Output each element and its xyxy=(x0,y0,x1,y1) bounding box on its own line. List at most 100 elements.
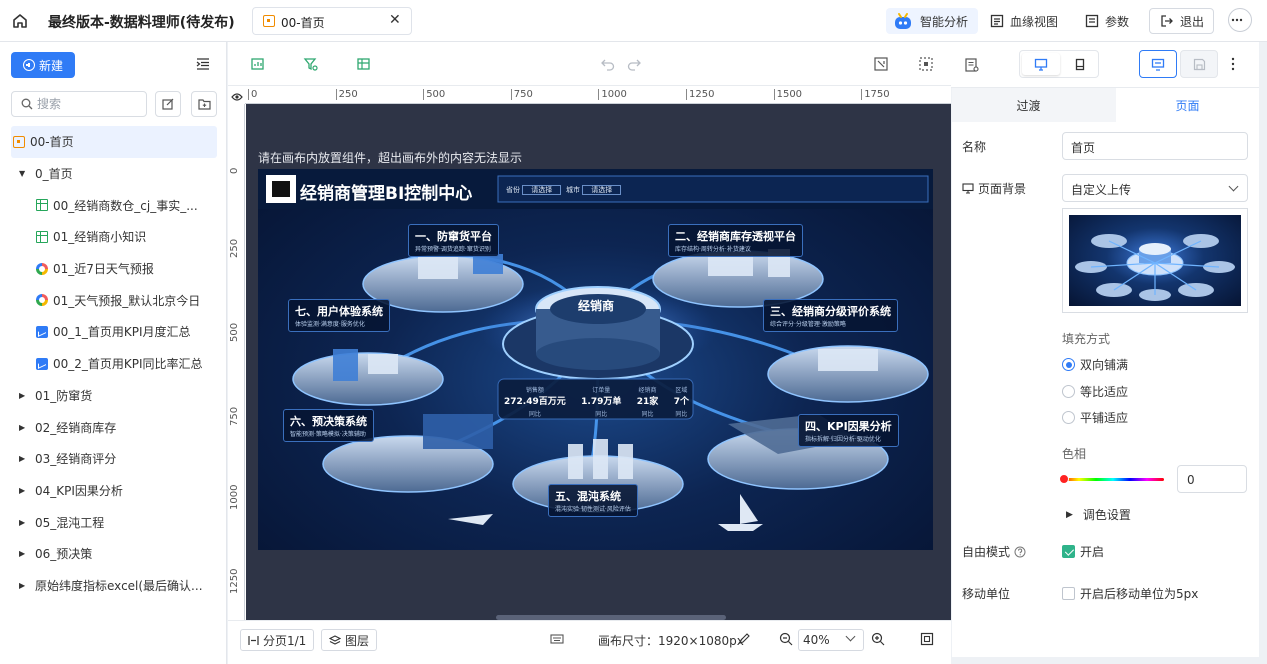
name-field[interactable]: 首页 xyxy=(1062,132,1248,160)
more-options-icon[interactable] xyxy=(1228,8,1252,32)
module-subtitle: 智能预测·策略模拟·决策辅助 xyxy=(290,431,366,438)
color-settings-label: 调色设置 xyxy=(1082,508,1131,522)
caret-right-icon[interactable]: ▶ xyxy=(19,391,31,400)
preview-icon[interactable] xyxy=(1139,50,1177,78)
tree-item[interactable]: ▶ 05_混沌工程 xyxy=(11,506,217,538)
module-subtitle: 混沌实验·韧性测试·风险评估 xyxy=(555,506,631,513)
tree-item[interactable]: 00-首页 xyxy=(11,126,217,158)
caret-right-icon[interactable]: ▶ xyxy=(19,454,31,463)
tab-page[interactable]: 页面 xyxy=(1116,88,1259,122)
hue-slider-handle[interactable] xyxy=(1059,474,1069,484)
module-label[interactable]: 一、防窜货平台 异常预警·调货追踪·窜货识别 xyxy=(408,224,499,257)
close-icon[interactable]: ✕ xyxy=(389,12,401,28)
caret-right-icon[interactable]: ▶ xyxy=(19,486,31,495)
params-label: 参数 xyxy=(1105,14,1130,29)
province-filter[interactable]: 省份 请选择 xyxy=(506,185,562,195)
radio-icon xyxy=(1062,384,1075,398)
search-box[interactable] xyxy=(11,91,147,117)
eye-icon[interactable] xyxy=(231,91,243,105)
free-mode-checkbox[interactable]: 开启 xyxy=(1062,543,1104,560)
search-input[interactable] xyxy=(37,96,137,112)
color-settings-toggle[interactable]: ▶ 调色设置 xyxy=(1066,506,1131,523)
caret-right-icon[interactable]: ▶ xyxy=(19,518,31,527)
ruler-tick-label: 500 xyxy=(229,322,240,342)
module-label[interactable]: 七、用户体验系统 体验监测·满意度·服务优化 xyxy=(288,299,390,332)
fill-mode-radio[interactable]: 等比适应 xyxy=(1062,383,1128,400)
fill-mode-radio[interactable]: 平铺适应 xyxy=(1062,409,1128,426)
tree-item[interactable]: ▶ 原始纬度指标excel(最后确认... xyxy=(11,570,217,602)
tree-item[interactable]: 01_近7日天气预报 xyxy=(11,253,217,285)
caret-right-icon[interactable]: ▶ xyxy=(19,581,31,590)
caret-right-icon[interactable]: ▶ xyxy=(19,549,31,558)
undo-icon[interactable] xyxy=(600,56,616,72)
zoom-value: 40% xyxy=(803,633,830,647)
page-settings-icon[interactable] xyxy=(964,57,980,76)
module-title: 三、经销商分级评价系统 xyxy=(770,305,891,318)
redo-icon[interactable] xyxy=(626,56,642,72)
tree-item[interactable]: ▶ 06_预决策 xyxy=(11,538,217,570)
edit-icon[interactable] xyxy=(155,91,181,117)
tree-item[interactable]: 00_1_首页用KPI月度汇总 xyxy=(11,316,217,348)
lineage-view-button[interactable]: 血缘视图 xyxy=(990,8,1058,34)
tree-item[interactable]: ▼ 0_首页 xyxy=(11,158,217,190)
keyboard-icon[interactable] xyxy=(550,633,564,648)
home-icon[interactable] xyxy=(10,11,30,31)
canvas-area: 0 250 500 750 1000 1250 1500 1750 0 250 500 750 100… xyxy=(228,42,951,664)
zoom-select[interactable]: 40% xyxy=(798,629,864,651)
hue-input[interactable]: 0 xyxy=(1177,465,1247,493)
module-label[interactable]: 六、预决策系统智能预测·策略模拟·决策辅助 xyxy=(283,409,374,442)
new-button[interactable]: 新建 xyxy=(11,52,75,78)
tab-home-page[interactable]: 00-首页 ✕ xyxy=(252,7,412,35)
tree-item[interactable]: ▶ 03_经销商评分 xyxy=(11,443,217,475)
insert-table-icon[interactable] xyxy=(356,56,372,72)
city-filter[interactable]: 城市 请选择 xyxy=(566,185,622,195)
move-unit-checkbox[interactable]: 开启后移动单位为5px xyxy=(1062,585,1198,602)
align-icon[interactable] xyxy=(873,56,889,72)
tree-item[interactable]: ▶ 02_经销商库存 xyxy=(11,411,217,443)
module-title: 六、预决策系统 xyxy=(290,415,367,428)
more-vertical-icon[interactable] xyxy=(1231,57,1235,74)
hue-slider[interactable] xyxy=(1062,478,1164,481)
collapse-sidebar-icon[interactable] xyxy=(196,58,210,73)
tree-item[interactable]: ▶ 01_防窜货 xyxy=(11,380,217,412)
background-thumbnail[interactable] xyxy=(1062,208,1248,313)
zoom-in-icon[interactable] xyxy=(871,632,885,649)
logout-button[interactable]: 退出 xyxy=(1149,8,1214,34)
layer-button[interactable]: 图层 xyxy=(321,629,378,651)
mobile-view-icon[interactable] xyxy=(1064,53,1096,75)
insert-filter-icon[interactable] xyxy=(303,56,319,72)
page-button[interactable]: 分页1/1 xyxy=(240,629,315,651)
search-icon xyxy=(21,98,33,110)
tree-item[interactable]: 00_2_首页用KPI同比率汇总 xyxy=(11,348,217,380)
tab-transition[interactable]: 过渡 xyxy=(952,88,1105,122)
fill-mode-radio-label: 平铺适应 xyxy=(1080,411,1129,425)
zoom-out-icon[interactable] xyxy=(779,632,793,649)
module-label[interactable]: 二、经销商库存透视平台 库存结构·周转分析·补货建议 xyxy=(668,224,803,257)
monitor-icon xyxy=(962,183,974,194)
edit-size-icon[interactable] xyxy=(738,633,750,648)
background-select[interactable]: 自定义上传 xyxy=(1062,174,1248,202)
fit-screen-icon[interactable] xyxy=(920,632,934,649)
insert-chart-icon[interactable] xyxy=(250,56,266,72)
module-label[interactable]: 四、KPI因果分析 指标拆解·归因分析·驱动优化 xyxy=(798,414,899,447)
caret-down-icon[interactable]: ▼ xyxy=(19,169,31,178)
params-button[interactable]: 参数 xyxy=(1085,8,1129,34)
module-label[interactable]: 五、混沌系统 混沌实验·韧性测试·风险评估 xyxy=(548,484,638,517)
tree-item[interactable]: ▶ 04_KPI因果分析 xyxy=(11,475,217,507)
select-area-icon[interactable] xyxy=(918,56,934,72)
tree-item[interactable]: 00_经销商数仓_cj_事实_... xyxy=(11,189,217,221)
desktop-view-icon[interactable] xyxy=(1022,53,1060,75)
ai-analysis-button[interactable]: 智能分析 xyxy=(886,8,978,34)
kpi-band: 销售额 272.49百万元 同比 订单量 1.79万单 同比 经销商 21家 同比 区域 7个 同比 xyxy=(504,385,689,418)
fill-mode-radio[interactable]: 双向铺满 xyxy=(1062,356,1128,373)
tree-item[interactable]: 01_经销商小知识 xyxy=(11,221,217,253)
dashboard-canvas[interactable]: 经销商管理BI控制中心 省份 请选择 城市 请选择 经销商 销售额 272.49百… xyxy=(258,169,933,550)
fill-mode-label: 填充方式 xyxy=(1062,332,1111,346)
new-folder-icon[interactable] xyxy=(191,91,217,117)
help-icon[interactable] xyxy=(1014,546,1026,558)
caret-right-icon[interactable]: ▶ xyxy=(19,423,31,432)
tree-item[interactable]: 01_天气预报_默认北京今日 xyxy=(11,284,217,316)
save-icon[interactable] xyxy=(1180,50,1218,78)
module-label[interactable]: 三、经销商分级评价系统 综合评分·分级管理·激励策略 xyxy=(763,299,898,332)
canvas-stage[interactable]: 请在画布内放置组件，超出画布外的内容无法显示 经销商管理BI控制中心 省份 请选… xyxy=(246,104,951,621)
